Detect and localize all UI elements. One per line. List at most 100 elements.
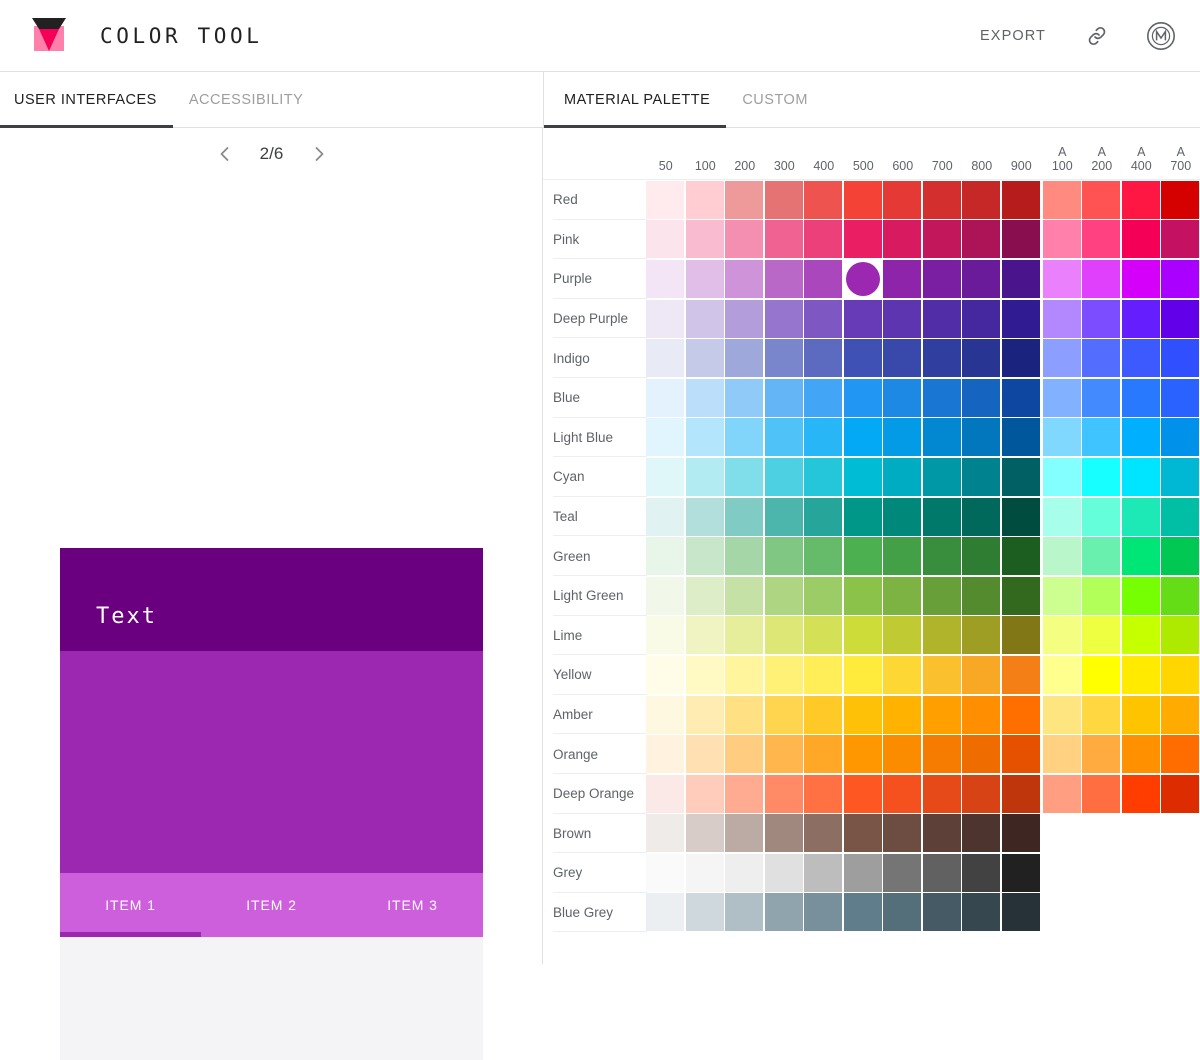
swatch-deep-purple-300[interactable] — [764, 299, 803, 338]
tab-accessibility[interactable]: ACCESSIBILITY — [173, 72, 319, 127]
swatch-light-green-400[interactable] — [804, 576, 843, 615]
swatch-deep-orange-800[interactable] — [962, 774, 1001, 813]
swatch-brown-50[interactable] — [646, 814, 685, 853]
swatch-cyan-400[interactable] — [804, 457, 843, 496]
swatch-cyan-700[interactable] — [922, 457, 961, 496]
swatch-light-green-900[interactable] — [1001, 576, 1040, 615]
swatch-teal-50[interactable] — [646, 497, 685, 536]
swatch-blue-grey-700[interactable] — [922, 893, 961, 932]
swatch-amber-a400[interactable] — [1121, 695, 1160, 734]
swatch-green-300[interactable] — [764, 537, 803, 576]
swatch-grey-900[interactable] — [1001, 853, 1040, 892]
swatch-lime-400[interactable] — [804, 616, 843, 655]
swatch-green-400[interactable] — [804, 537, 843, 576]
swatch-pink-700[interactable] — [922, 220, 961, 259]
swatch-deep-orange-100[interactable] — [685, 774, 724, 813]
swatch-deep-purple-800[interactable] — [962, 299, 1001, 338]
swatch-lime-700[interactable] — [922, 616, 961, 655]
swatch-red-800[interactable] — [962, 180, 1001, 219]
swatch-blue-a400[interactable] — [1121, 378, 1160, 417]
swatch-deep-purple-a400[interactable] — [1121, 299, 1160, 338]
mockup-tab-2[interactable]: ITEM 2 — [201, 873, 342, 937]
swatch-teal-500[interactable] — [843, 497, 882, 536]
swatch-orange-200[interactable] — [725, 735, 764, 774]
swatch-teal-600[interactable] — [883, 497, 922, 536]
swatch-deep-purple-500[interactable] — [843, 299, 882, 338]
swatch-brown-400[interactable] — [804, 814, 843, 853]
swatch-cyan-a200[interactable] — [1082, 457, 1121, 496]
swatch-teal-a200[interactable] — [1082, 497, 1121, 536]
swatch-pink-300[interactable] — [764, 220, 803, 259]
swatch-cyan-800[interactable] — [962, 457, 1001, 496]
swatch-deep-orange-700[interactable] — [922, 774, 961, 813]
swatch-yellow-a200[interactable] — [1082, 655, 1121, 694]
swatch-indigo-a100[interactable] — [1042, 339, 1081, 378]
swatch-lime-600[interactable] — [883, 616, 922, 655]
swatch-pink-100[interactable] — [685, 220, 724, 259]
swatch-green-a400[interactable] — [1121, 537, 1160, 576]
swatch-grey-800[interactable] — [962, 853, 1001, 892]
swatch-light-blue-600[interactable] — [883, 418, 922, 457]
swatch-deep-purple-a700[interactable] — [1161, 299, 1200, 338]
swatch-lime-800[interactable] — [962, 616, 1001, 655]
swatch-blue-grey-600[interactable] — [883, 893, 922, 932]
swatch-deep-orange-a200[interactable] — [1082, 774, 1121, 813]
swatch-blue-400[interactable] — [804, 378, 843, 417]
swatch-cyan-300[interactable] — [764, 457, 803, 496]
swatch-pink-200[interactable] — [725, 220, 764, 259]
swatch-green-600[interactable] — [883, 537, 922, 576]
swatch-purple-200[interactable] — [725, 259, 764, 298]
swatch-grey-200[interactable] — [725, 853, 764, 892]
swatch-purple-400[interactable] — [804, 259, 843, 298]
swatch-cyan-900[interactable] — [1001, 457, 1040, 496]
swatch-light-green-500[interactable] — [843, 576, 882, 615]
swatch-pink-800[interactable] — [962, 220, 1001, 259]
swatch-brown-800[interactable] — [962, 814, 1001, 853]
swatch-lime-100[interactable] — [685, 616, 724, 655]
swatch-indigo-100[interactable] — [685, 339, 724, 378]
swatch-teal-800[interactable] — [962, 497, 1001, 536]
swatch-indigo-600[interactable] — [883, 339, 922, 378]
swatch-brown-200[interactable] — [725, 814, 764, 853]
swatch-yellow-50[interactable] — [646, 655, 685, 694]
swatch-yellow-700[interactable] — [922, 655, 961, 694]
swatch-brown-100[interactable] — [685, 814, 724, 853]
swatch-red-600[interactable] — [883, 180, 922, 219]
swatch-blue-a200[interactable] — [1082, 378, 1121, 417]
swatch-green-a100[interactable] — [1042, 537, 1081, 576]
swatch-red-a400[interactable] — [1121, 180, 1160, 219]
swatch-light-blue-200[interactable] — [725, 418, 764, 457]
swatch-lime-a200[interactable] — [1082, 616, 1121, 655]
swatch-brown-600[interactable] — [883, 814, 922, 853]
swatch-indigo-700[interactable] — [922, 339, 961, 378]
swatch-grey-100[interactable] — [685, 853, 724, 892]
swatch-pink-500[interactable] — [843, 220, 882, 259]
swatch-blue-300[interactable] — [764, 378, 803, 417]
swatch-indigo-a700[interactable] — [1161, 339, 1200, 378]
swatch-green-900[interactable] — [1001, 537, 1040, 576]
swatch-deep-purple-50[interactable] — [646, 299, 685, 338]
swatch-deep-purple-700[interactable] — [922, 299, 961, 338]
swatch-blue-a100[interactable] — [1042, 378, 1081, 417]
swatch-amber-700[interactable] — [922, 695, 961, 734]
swatch-orange-100[interactable] — [685, 735, 724, 774]
swatch-light-blue-800[interactable] — [962, 418, 1001, 457]
swatch-grey-600[interactable] — [883, 853, 922, 892]
swatch-purple-600[interactable] — [883, 259, 922, 298]
swatch-purple-800[interactable] — [962, 259, 1001, 298]
swatch-light-green-200[interactable] — [725, 576, 764, 615]
swatch-deep-purple-100[interactable] — [685, 299, 724, 338]
swatch-brown-300[interactable] — [764, 814, 803, 853]
swatch-lime-200[interactable] — [725, 616, 764, 655]
swatch-purple-a100[interactable] — [1042, 259, 1081, 298]
swatch-lime-a700[interactable] — [1161, 616, 1200, 655]
tab-user-interfaces[interactable]: USER INTERFACES — [0, 72, 173, 128]
swatch-light-blue-a100[interactable] — [1042, 418, 1081, 457]
tab-custom[interactable]: CUSTOM — [726, 72, 824, 127]
swatch-purple-700[interactable] — [922, 259, 961, 298]
swatch-deep-orange-600[interactable] — [883, 774, 922, 813]
swatch-red-50[interactable] — [646, 180, 685, 219]
swatch-amber-900[interactable] — [1001, 695, 1040, 734]
swatch-deep-purple-900[interactable] — [1001, 299, 1040, 338]
swatch-light-green-a100[interactable] — [1042, 576, 1081, 615]
